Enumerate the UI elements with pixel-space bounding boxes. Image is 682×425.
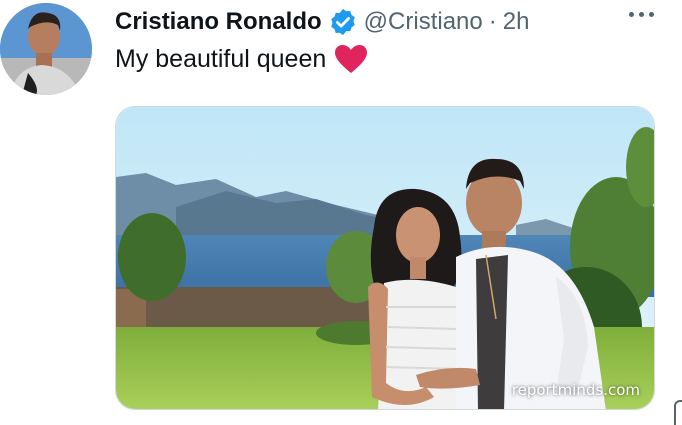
scroll-edge-icon [674, 400, 682, 425]
more-options-icon[interactable] [629, 12, 654, 17]
heart-emoji-icon [334, 44, 368, 74]
more-dot [649, 12, 654, 17]
tweet-body: My beautiful queen [115, 44, 327, 73]
verified-badge-icon [328, 7, 358, 37]
tweet-text: My beautiful queen [115, 44, 368, 74]
tweet-timestamp[interactable]: 2h [503, 8, 530, 36]
more-dot [639, 12, 644, 17]
author-handle[interactable]: @Cristiano [364, 8, 483, 36]
tweet-media-photo[interactable]: reportminds.com [115, 106, 655, 410]
more-dot [629, 12, 634, 17]
media-watermark: reportminds.com [511, 381, 640, 399]
separator-dot: · [488, 8, 497, 35]
author-name[interactable]: Cristiano Ronaldo [115, 8, 322, 36]
tweet-header: Cristiano Ronaldo @Cristiano · 2h [115, 4, 529, 40]
author-avatar[interactable] [0, 3, 92, 95]
